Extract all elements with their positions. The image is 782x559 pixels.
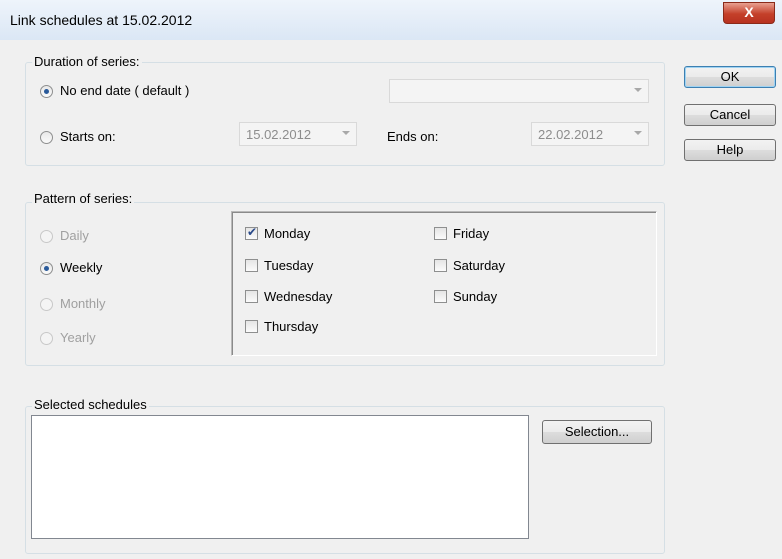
- dialog-client: Duration of series: No end date ( defaul…: [0, 40, 782, 559]
- yearly-label: Yearly: [60, 330, 96, 345]
- tuesday-checkbox[interactable]: [245, 259, 258, 272]
- window-title: Link schedules at 15.02.2012: [10, 12, 193, 28]
- ok-button[interactable]: OK: [684, 66, 776, 88]
- starts-on-label: Starts on:: [60, 129, 116, 144]
- close-button[interactable]: X: [723, 2, 775, 24]
- title-bar: Link schedules at 15.02.2012 X: [0, 0, 782, 40]
- friday-label: Friday: [453, 226, 490, 241]
- selected-schedules-list[interactable]: [31, 415, 529, 539]
- monthly-label: Monthly: [60, 296, 106, 311]
- ends-on-label: Ends on:: [387, 129, 439, 144]
- sunday-checkbox[interactable]: [434, 290, 447, 303]
- ends-on-combo[interactable]: 22.02.2012: [531, 122, 649, 146]
- tuesday-label: Tuesday: [264, 258, 314, 273]
- saturday-label: Saturday: [453, 258, 506, 273]
- weekly-radio[interactable]: [40, 262, 53, 275]
- daily-radio[interactable]: [40, 230, 53, 243]
- weekly-label: Weekly: [60, 260, 103, 275]
- help-button[interactable]: Help: [684, 139, 776, 161]
- saturday-checkbox[interactable]: [434, 259, 447, 272]
- pattern-legend: Pattern of series:: [32, 191, 135, 206]
- no-end-date-combo[interactable]: [389, 79, 649, 103]
- starts-on-radio[interactable]: [40, 131, 53, 144]
- friday-checkbox[interactable]: [434, 227, 447, 240]
- chevron-down-icon: [634, 131, 642, 135]
- chevron-down-icon: [634, 88, 642, 92]
- starts-on-combo[interactable]: 15.02.2012: [239, 122, 357, 146]
- wednesday-label: Wednesday: [264, 289, 333, 304]
- close-icon: X: [744, 4, 754, 20]
- duration-group: [25, 62, 665, 166]
- chevron-down-icon: [342, 131, 350, 135]
- monday-label: Monday: [264, 226, 311, 241]
- ends-on-value: 22.02.2012: [538, 127, 604, 142]
- duration-legend: Duration of series:: [32, 54, 142, 69]
- no-end-date-radio[interactable]: [40, 85, 53, 98]
- starts-on-value: 15.02.2012: [246, 127, 312, 142]
- no-end-date-label: No end date ( default ): [60, 83, 190, 98]
- monday-checkbox[interactable]: [245, 225, 258, 240]
- monthly-radio[interactable]: [40, 298, 53, 311]
- sunday-label: Sunday: [453, 289, 498, 304]
- selection-button[interactable]: Selection...: [542, 420, 652, 444]
- thursday-checkbox[interactable]: [245, 320, 258, 333]
- wednesday-checkbox[interactable]: [245, 290, 258, 303]
- thursday-label: Thursday: [264, 319, 319, 334]
- cancel-button[interactable]: Cancel: [684, 104, 776, 126]
- daily-label: Daily: [60, 228, 89, 243]
- selected-schedules-legend: Selected schedules: [32, 397, 149, 412]
- yearly-radio[interactable]: [40, 332, 53, 345]
